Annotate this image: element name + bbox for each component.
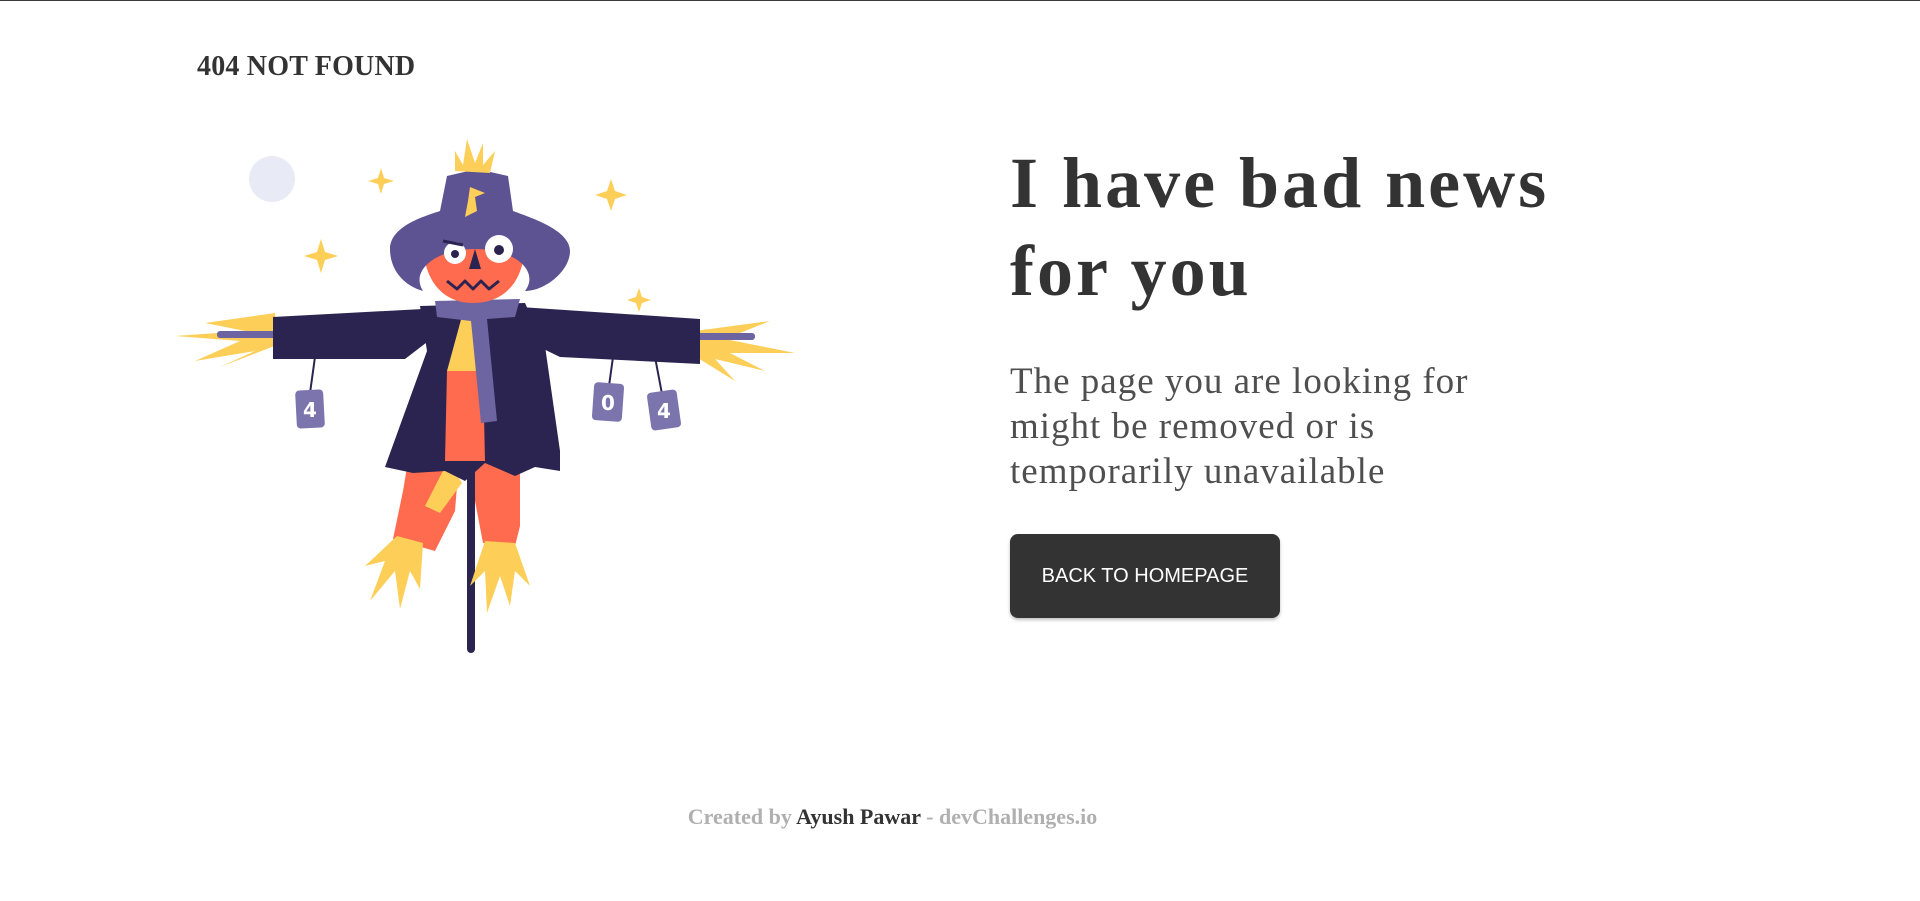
footer-site-link[interactable]: devChallenges.io xyxy=(939,804,1097,829)
right-hand-straw xyxy=(693,321,795,381)
description-line: might be removed or is xyxy=(1010,406,1376,447)
can-label: 4 xyxy=(657,399,671,423)
scarecrow-illustration: 4 0 4 xyxy=(175,139,795,653)
can-label: 4 xyxy=(303,398,317,422)
coat-left-arm xyxy=(273,309,435,359)
headline-line: I have bad news xyxy=(1010,143,1550,223)
footer-author-link[interactable]: Ayush Pawar xyxy=(796,804,920,829)
moon-circle xyxy=(249,156,295,202)
message-section: I have bad news for you The page you are… xyxy=(1010,139,1630,618)
description: The page you are looking for might be re… xyxy=(1010,359,1510,494)
left-hand-straw xyxy=(175,313,277,367)
sparkle-icon xyxy=(368,168,394,194)
right-foot-straw xyxy=(470,541,530,613)
back-to-homepage-button[interactable]: BACK TO HOMEPAGE xyxy=(1010,534,1280,618)
headline-line: for you xyxy=(1010,231,1252,311)
left-foot-straw xyxy=(365,536,423,609)
site-brand: 404 NOT FOUND xyxy=(197,51,416,82)
headline: I have bad news for you xyxy=(1010,139,1630,315)
description-line: temporarily unavailable xyxy=(1010,451,1386,492)
sparkle-icon xyxy=(627,288,651,312)
sparkle-icon xyxy=(595,179,627,211)
hat-straw xyxy=(455,139,495,173)
can-label: 0 xyxy=(601,391,615,415)
description-line: The page you are looking for xyxy=(1010,361,1469,402)
coat-right-arm xyxy=(520,307,700,364)
footer-separator: - xyxy=(926,804,934,829)
footer-credit: Created by Ayush Pawar - devChallenges.i… xyxy=(0,804,1785,830)
footer-created-by: Created by xyxy=(687,804,792,829)
sparkle-icon xyxy=(304,239,338,273)
